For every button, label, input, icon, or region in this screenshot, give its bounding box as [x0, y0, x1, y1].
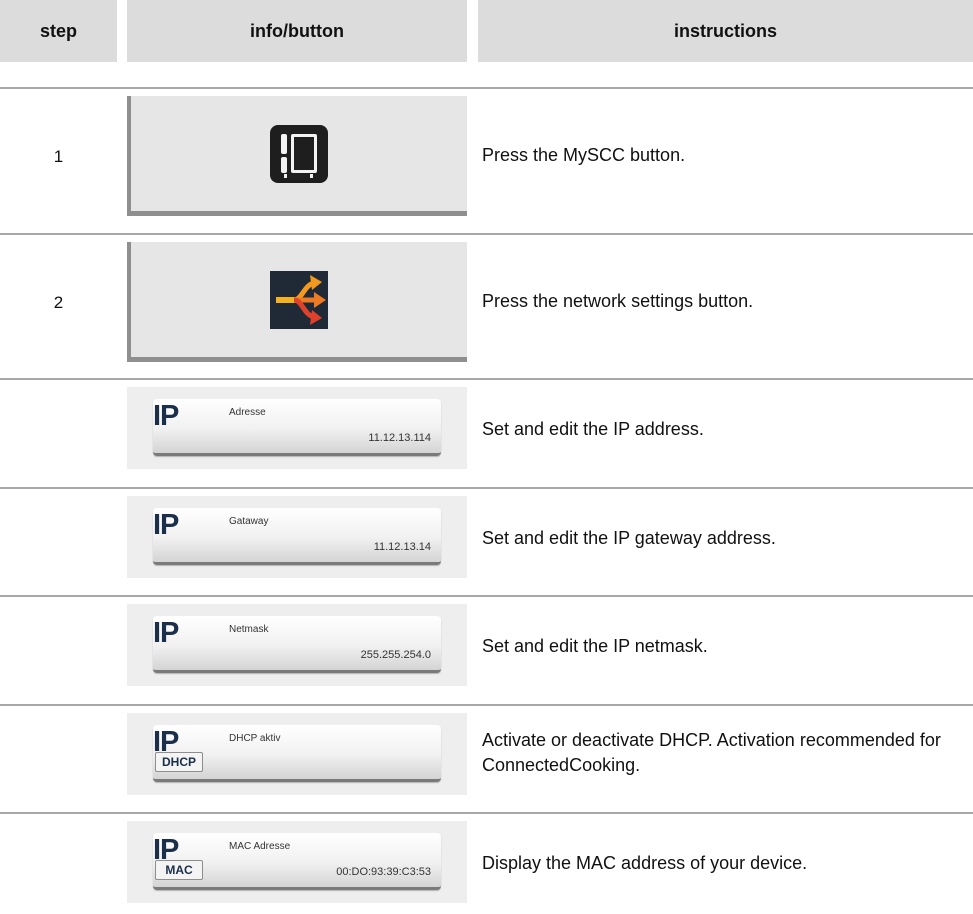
- button-value: 11.12.13.114: [368, 432, 431, 444]
- button-label: MAC Adresse: [229, 841, 291, 852]
- dhcp-toggle-button[interactable]: IP DHCP DHCP aktiv: [153, 725, 441, 782]
- row-divider: [0, 704, 973, 706]
- step-number: 1: [53, 147, 64, 166]
- button-label: DHCP aktiv: [229, 733, 281, 744]
- header-step: step: [0, 0, 117, 62]
- row-divider: [0, 87, 973, 89]
- row-divider: [0, 595, 973, 597]
- gateway-cell: IP Gataway 11.12.13.14: [127, 496, 467, 578]
- button-label: Gataway: [229, 516, 269, 527]
- instruction-text: Activate or deactivate DHCP. Activation …: [482, 730, 941, 775]
- network-settings-button[interactable]: [127, 242, 467, 362]
- mac-tag: MAC: [155, 860, 203, 880]
- ip-label-icon: IP: [153, 509, 179, 541]
- dhcp-cell: IP DHCP DHCP aktiv: [127, 713, 467, 795]
- button-label: Adresse: [229, 407, 266, 418]
- ip-gateway-button[interactable]: IP Gataway 11.12.13.14: [153, 508, 441, 565]
- myscc-button[interactable]: [127, 96, 467, 216]
- row-divider: [0, 487, 973, 489]
- ip-label-icon: IP: [153, 617, 179, 649]
- row-divider: [0, 378, 973, 380]
- dhcp-tag: DHCP: [155, 752, 203, 772]
- ip-netmask-button[interactable]: IP Netmask 255.255.254.0: [153, 616, 441, 673]
- row-divider: [0, 233, 973, 235]
- myscc-icon: [270, 124, 328, 183]
- step-number: 2: [53, 293, 64, 312]
- mac-address-button[interactable]: IP MAC MAC Adresse 00:DO:93:39:C3:53: [153, 833, 441, 890]
- instruction-text: Set and edit the IP address.: [482, 419, 704, 439]
- button-label: Netmask: [229, 624, 269, 635]
- header-instructions: instructions: [478, 0, 973, 62]
- button-value: 255.255.254.0: [360, 649, 431, 661]
- network-settings-icon: [270, 270, 328, 329]
- button-value: 11.12.13.14: [373, 541, 431, 553]
- instruction-text: Set and edit the IP gateway address.: [482, 528, 776, 548]
- mac-cell: IP MAC MAC Adresse 00:DO:93:39:C3:53: [127, 821, 467, 903]
- instruction-text: Press the network settings button.: [482, 291, 754, 311]
- row-divider: [0, 812, 973, 814]
- instruction-text: Display the MAC address of your device.: [482, 853, 808, 873]
- ip-label-icon: IP: [153, 400, 179, 432]
- netmask-cell: IP Netmask 255.255.254.0: [127, 604, 467, 686]
- button-value: 00:DO:93:39:C3:53: [336, 866, 431, 878]
- header-info-button: info/button: [127, 0, 467, 62]
- instruction-text: Press the MySCC button.: [482, 145, 686, 165]
- ip-address-button[interactable]: IP Adresse 11.12.13.114: [153, 399, 441, 456]
- instruction-text: Set and edit the IP netmask.: [482, 636, 708, 656]
- ip-address-cell: IP Adresse 11.12.13.114: [127, 387, 467, 469]
